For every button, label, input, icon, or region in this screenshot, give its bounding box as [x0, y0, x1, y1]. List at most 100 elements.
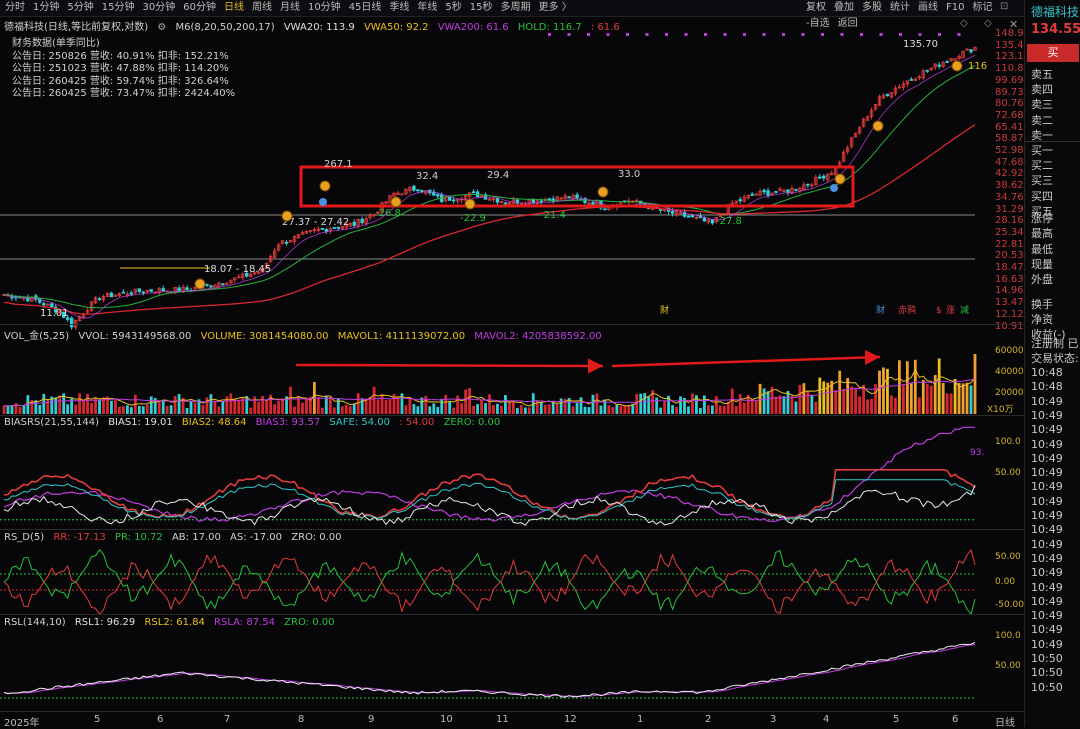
pane-divider[interactable] — [0, 529, 1024, 530]
buy-button[interactable]: 买 — [1027, 44, 1079, 62]
volume-bar — [754, 400, 758, 414]
pane-divider[interactable] — [0, 711, 1024, 712]
candle — [46, 303, 50, 306]
tool-menu-item[interactable]: 统计 — [890, 0, 910, 16]
rsl-axis-100: 100.0 — [995, 631, 1021, 641]
mavol2-label: MAVOL2: 4205838592.00 — [474, 331, 602, 342]
timeframe-tab[interactable]: 月线 — [280, 0, 300, 16]
timeframe-tab[interactable]: 日线 — [224, 0, 244, 16]
pane-divider[interactable] — [0, 324, 1024, 325]
vol-title: VOL_金(5,25) — [4, 331, 70, 342]
candle — [296, 234, 301, 239]
event-dot — [567, 33, 571, 36]
candle — [905, 80, 910, 87]
candle — [961, 50, 965, 59]
signal-coin-icon — [390, 196, 402, 208]
candle — [814, 174, 818, 186]
volume-bar — [718, 405, 722, 414]
timeframe-tab[interactable]: 5秒 — [445, 0, 461, 16]
timeframe-tab[interactable]: 30分钟 — [142, 0, 175, 16]
ma-red-line — [3, 124, 976, 315]
tool-menu-item[interactable]: 复权 — [806, 0, 826, 16]
order-book-row: 买二 — [1031, 159, 1053, 173]
volume-bar — [559, 398, 563, 414]
candle — [706, 218, 711, 225]
candle — [861, 117, 866, 128]
candle — [229, 279, 233, 285]
volume-bar — [933, 375, 937, 414]
tool-menu-item[interactable]: F10 — [946, 0, 964, 16]
tick-time: 10:50 — [1031, 666, 1063, 680]
quote-stat-row: 最高 — [1031, 227, 1053, 241]
volume-bar — [352, 403, 356, 414]
volume-bar — [504, 395, 507, 414]
candle — [471, 189, 476, 194]
volume-bar — [882, 367, 885, 414]
timeframe-tab[interactable]: 45日线 — [349, 0, 382, 16]
month-label: 2 — [705, 714, 712, 725]
volume-bar — [372, 386, 376, 414]
volume-bar — [34, 400, 38, 414]
candle — [929, 67, 933, 71]
volume-bar — [480, 399, 483, 414]
trade-status: 交易状态: — [1031, 352, 1079, 365]
chart-canvas[interactable]: 135.70 11.01 18.07 - 18.45 27.37 - 27.42 267… — [0, 16, 1024, 716]
volume-bar — [66, 404, 70, 414]
candle — [400, 193, 404, 196]
volume-bar — [547, 404, 551, 414]
tool-menu-item[interactable]: 画线 — [918, 0, 938, 16]
volume-bar — [762, 388, 766, 414]
pane-divider[interactable] — [0, 415, 1024, 416]
event-dot — [606, 33, 610, 36]
volume-bar — [766, 391, 770, 414]
candle — [949, 57, 953, 62]
price-annotation: -22.9 — [460, 213, 486, 224]
rsd-title: RS_D(5) — [4, 532, 45, 543]
volume-bar — [870, 398, 873, 414]
tool-menu-item[interactable]: 多股 — [862, 0, 882, 16]
stock-name: 德福科技 — [1031, 5, 1080, 19]
timeframe-tab[interactable]: 更多 〉 — [539, 0, 572, 16]
timeframe-tab[interactable]: 分时 — [5, 0, 25, 16]
timeframe-tab[interactable]: 15秒 — [470, 0, 493, 16]
volume-bar — [305, 398, 308, 414]
candle — [945, 59, 949, 63]
candle — [352, 219, 356, 228]
volume-bar — [953, 378, 957, 414]
timeframe-tab[interactable]: 15分钟 — [102, 0, 135, 16]
ab-label: AB: 17.00 — [171, 532, 221, 543]
signal-coin-icon — [872, 120, 884, 132]
timeframe-tab[interactable]: 多周期 — [501, 0, 531, 16]
candle — [523, 200, 528, 205]
bias3-end-label: 93. — [970, 448, 985, 458]
event-dot — [899, 33, 902, 36]
event-dot — [762, 33, 766, 36]
tool-menu-item[interactable]: 叠加 — [834, 0, 854, 16]
volume-bar — [384, 399, 388, 414]
timeframe-tab[interactable]: 10分钟 — [308, 0, 341, 16]
tool-menu-item[interactable]: 标记 — [972, 0, 992, 16]
timeframe-tab[interactable]: 1分钟 — [33, 0, 59, 16]
timeframe-tab[interactable]: 年线 — [417, 0, 437, 16]
window-minimize-icon[interactable]: ⊡ — [1000, 1, 1008, 12]
month-label: 3 — [770, 714, 777, 725]
top-toolbar: 分时 1分钟 5分钟 15分钟 30分钟 60分钟 日线 周线 月线 10分钟 45日线 季线 年线 5秒… — [0, 0, 1024, 29]
timeframe-tab[interactable]: 5分钟 — [67, 0, 93, 16]
timeframe-tab[interactable]: 60分钟 — [183, 0, 216, 16]
volume-bar — [488, 394, 491, 414]
candle — [304, 229, 309, 234]
volume-bar — [376, 399, 380, 414]
month-label: 6 — [157, 714, 164, 725]
volume-bar — [583, 406, 587, 414]
candle — [308, 230, 313, 234]
volume-bar — [185, 407, 189, 414]
event-dot — [587, 33, 590, 36]
timeframe-tab[interactable]: 季线 — [389, 0, 409, 16]
timeframe-tab[interactable]: 周线 — [252, 0, 272, 16]
tick-time: 10:49 — [1031, 437, 1063, 451]
event-dot — [743, 33, 746, 36]
order-book-row: 卖二 — [1031, 113, 1053, 127]
rsl1-label: RSL1: 96.29 — [74, 617, 136, 628]
price-annotation: -21.4 — [540, 210, 566, 221]
pane-divider[interactable] — [0, 614, 1024, 615]
